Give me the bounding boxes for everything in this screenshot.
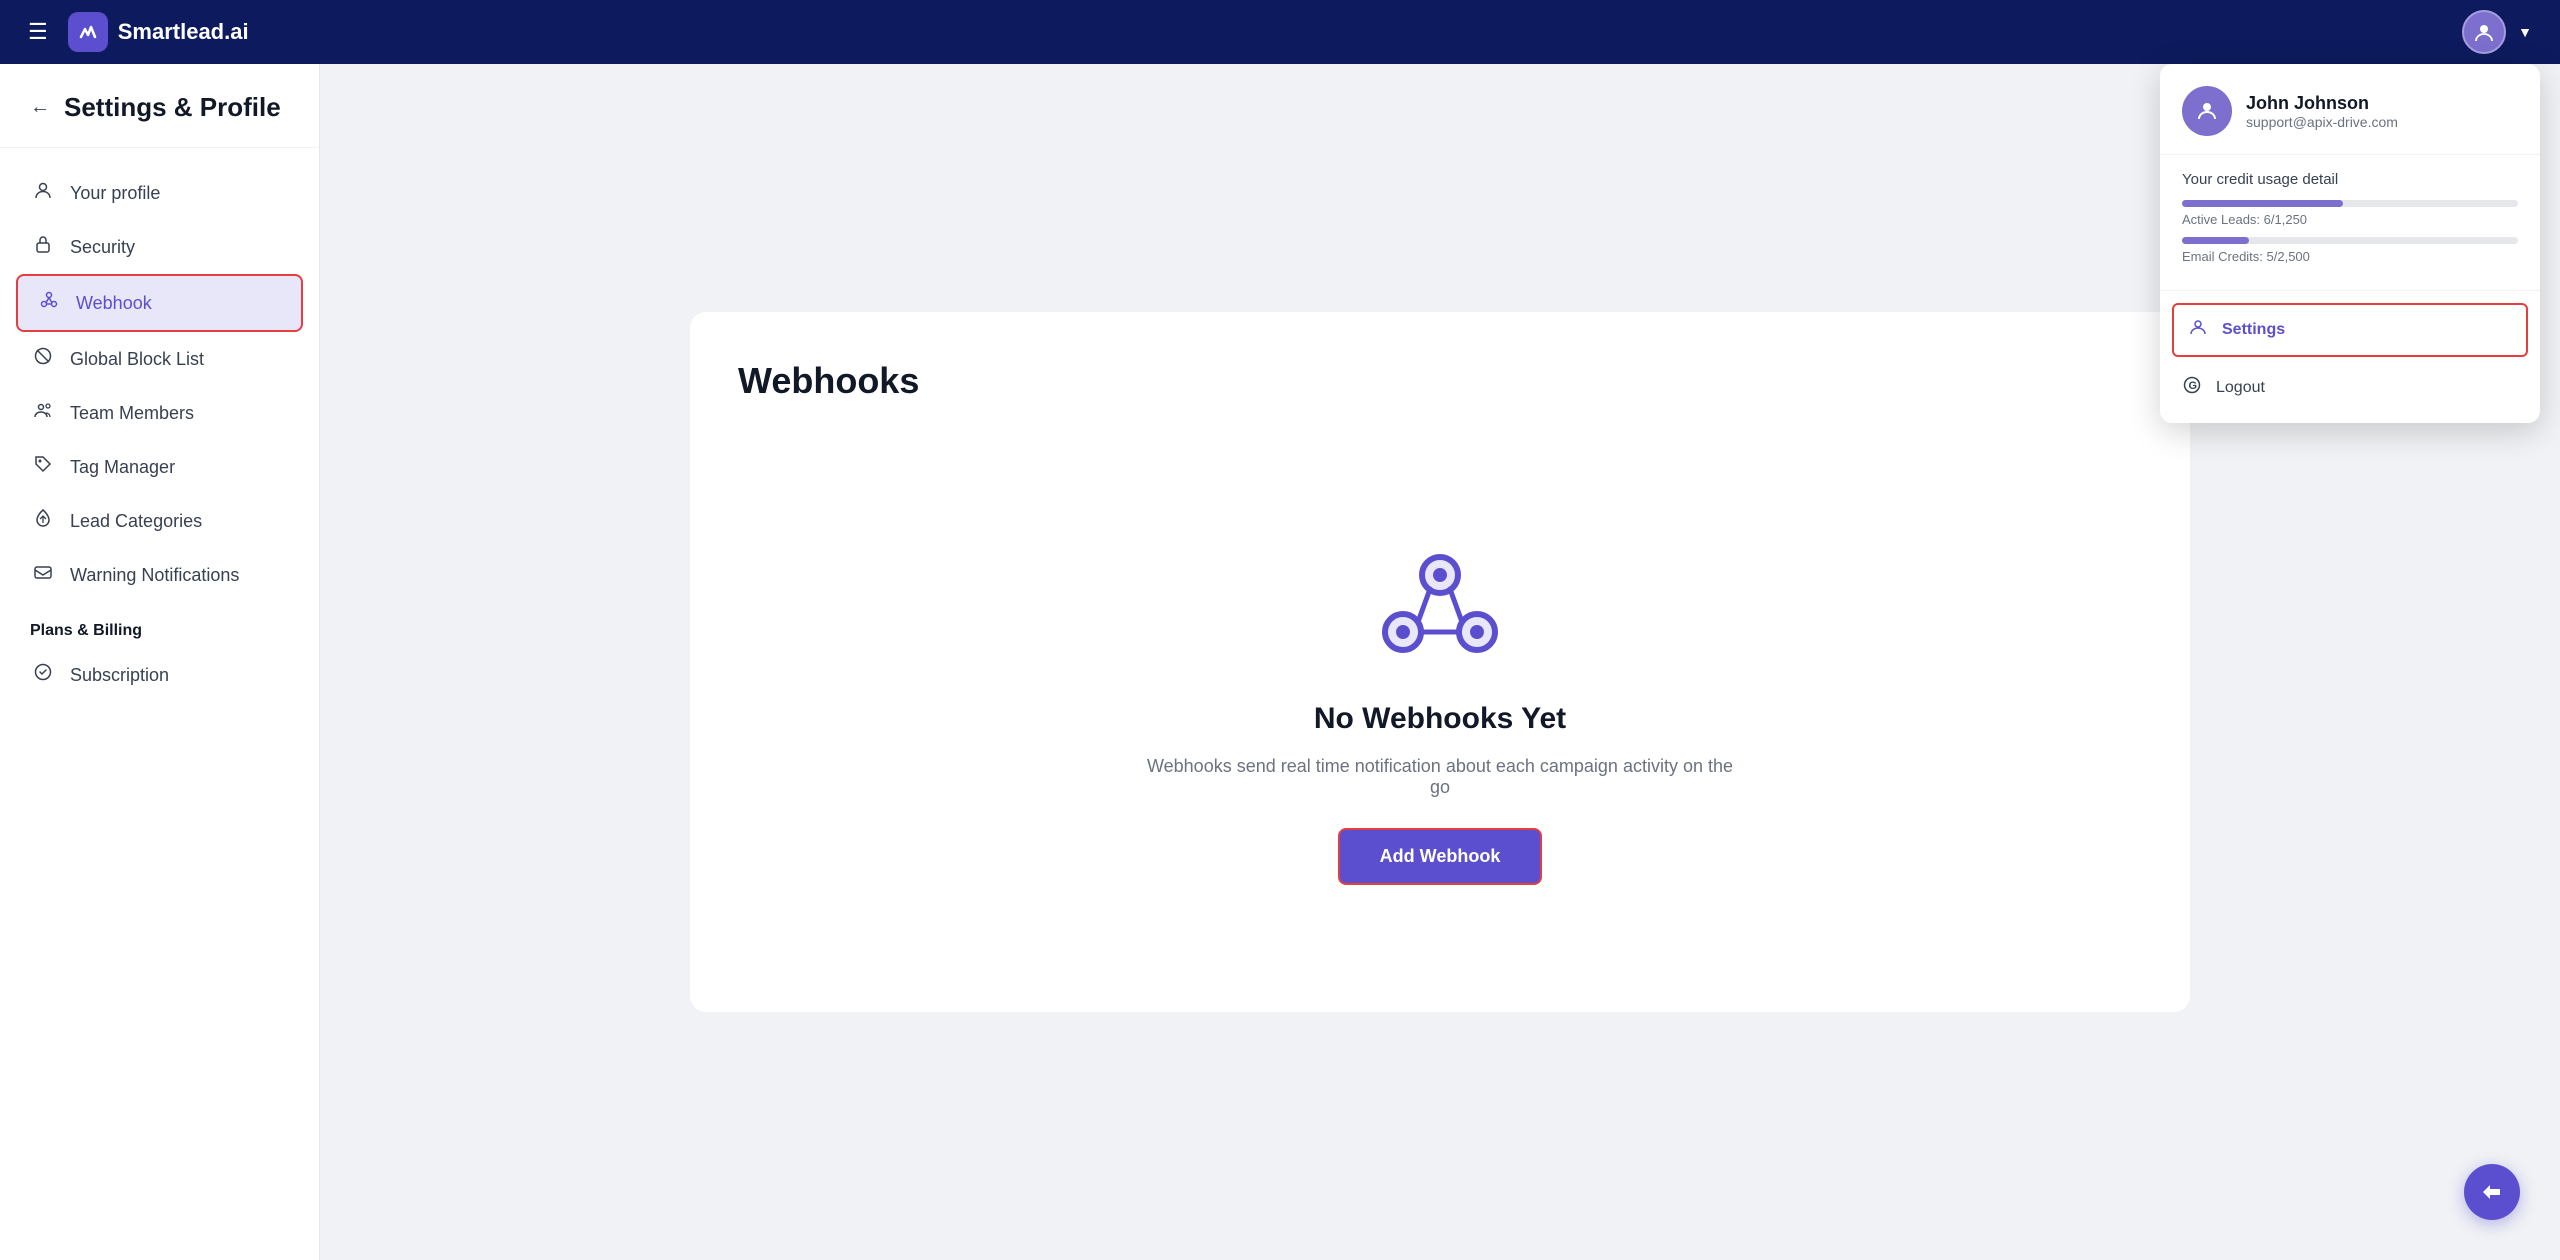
page-title: Settings & Profile: [64, 92, 281, 123]
sidebar-item-label-lead-categories: Lead Categories: [70, 511, 202, 532]
sidebar-item-label-team-members: Team Members: [70, 403, 194, 424]
your-profile-icon: [30, 180, 56, 206]
sidebar-item-label-your-profile: Your profile: [70, 183, 160, 204]
sidebar-item-label-subscription: Subscription: [70, 665, 169, 686]
sidebar-item-security[interactable]: Security: [0, 220, 319, 274]
fab-button[interactable]: [2464, 1164, 2520, 1220]
active-leads-label: Active Leads: 6/1,250: [2182, 212, 2518, 227]
webhook-illustration: [1370, 542, 1510, 672]
logo-text: Smartlead.ai: [118, 19, 249, 45]
sidebar-item-label-warning-notifications: Warning Notifications: [70, 565, 239, 586]
page-header: ← Settings & Profile: [0, 64, 319, 148]
svg-text:G: G: [2189, 380, 2198, 392]
global-block-list-icon: [30, 346, 56, 372]
back-button[interactable]: ←: [30, 96, 50, 119]
dropdown-user-avatar: [2182, 86, 2232, 136]
plans-billing-section: Plans & Billing: [0, 602, 319, 648]
webhooks-empty: No Webhooks Yet Webhooks send real time …: [738, 462, 2142, 964]
webhooks-title: Webhooks: [738, 360, 2142, 402]
credits-title: Your credit usage detail: [2182, 171, 2518, 188]
active-leads-bar-bg: [2182, 200, 2518, 207]
user-dropdown-menu: John Johnson support@apix-drive.com Your…: [2160, 64, 2540, 423]
sidebar-item-your-profile[interactable]: Your profile: [0, 166, 319, 220]
email-credits-bar-fill: [2182, 237, 2249, 244]
subscription-icon: [30, 662, 56, 688]
dropdown-header: John Johnson support@apix-drive.com: [2160, 64, 2540, 155]
dropdown-settings-label: Settings: [2222, 321, 2285, 339]
dropdown-settings-item[interactable]: Settings: [2172, 303, 2528, 357]
logo-icon: [68, 12, 108, 52]
hamburger-icon[interactable]: ☰: [28, 19, 48, 45]
lead-categories-icon: [30, 508, 56, 534]
user-avatar-button[interactable]: [2462, 10, 2506, 54]
sidebar-item-label-security: Security: [70, 237, 135, 258]
no-webhooks-title: No Webhooks Yet: [1314, 702, 1566, 736]
email-credits-label: Email Credits: 5/2,500: [2182, 249, 2518, 264]
dropdown-user-name: John Johnson: [2246, 93, 2398, 114]
dropdown-logout-label: Logout: [2216, 379, 2265, 397]
dropdown-logout-item[interactable]: G Logout: [2160, 361, 2540, 415]
sidebar-item-subscription[interactable]: Subscription: [0, 648, 319, 702]
warning-notifications-icon: [30, 562, 56, 588]
sidebar-item-label-webhook: Webhook: [76, 293, 152, 314]
sidebar-item-tag-manager[interactable]: Tag Manager: [0, 440, 319, 494]
email-credits-row: Email Credits: 5/2,500: [2182, 237, 2518, 264]
settings-dropdown-icon: [2188, 317, 2208, 343]
sidebar-item-warning-notifications[interactable]: Warning Notifications: [0, 548, 319, 602]
add-webhook-button[interactable]: Add Webhook: [1338, 828, 1543, 885]
team-members-icon: [30, 400, 56, 426]
sidebar-item-global-block-list[interactable]: Global Block List: [0, 332, 319, 386]
email-credits-bar-bg: [2182, 237, 2518, 244]
no-webhooks-desc: Webhooks send real time notification abo…: [1140, 756, 1740, 798]
dropdown-user-info: John Johnson support@apix-drive.com: [2246, 93, 2398, 130]
dropdown-user-email: support@apix-drive.com: [2246, 114, 2398, 130]
webhooks-card: Webhooks: [690, 312, 2190, 1012]
topnav-left: ☰ Smartlead.ai: [28, 12, 249, 52]
dropdown-arrow-icon[interactable]: ▼: [2518, 24, 2532, 40]
tag-manager-icon: [30, 454, 56, 480]
topnav-right: ▼: [2462, 10, 2532, 54]
active-leads-bar-fill: [2182, 200, 2343, 207]
active-leads-row: Active Leads: 6/1,250: [2182, 200, 2518, 227]
logo-wrap: Smartlead.ai: [68, 12, 249, 52]
dropdown-credits: Your credit usage detail Active Leads: 6…: [2160, 155, 2540, 291]
security-icon: [30, 234, 56, 260]
sidebar-item-label-tag-manager: Tag Manager: [70, 457, 175, 478]
sidebar-item-webhook[interactable]: Webhook: [16, 274, 303, 332]
topnav: ☰ Smartlead.ai ▼: [0, 0, 2560, 64]
sidebar: ← Settings & Profile Your profile Securi…: [0, 64, 320, 1260]
sidebar-item-lead-categories[interactable]: Lead Categories: [0, 494, 319, 548]
webhook-icon: [36, 290, 62, 316]
sidebar-item-label-global-block-list: Global Block List: [70, 349, 204, 370]
logout-dropdown-icon: G: [2182, 375, 2202, 401]
sidebar-nav: Your profile Security Webhook Global Blo…: [0, 148, 319, 720]
sidebar-item-team-members[interactable]: Team Members: [0, 386, 319, 440]
dropdown-items: Settings G Logout: [2160, 291, 2540, 423]
